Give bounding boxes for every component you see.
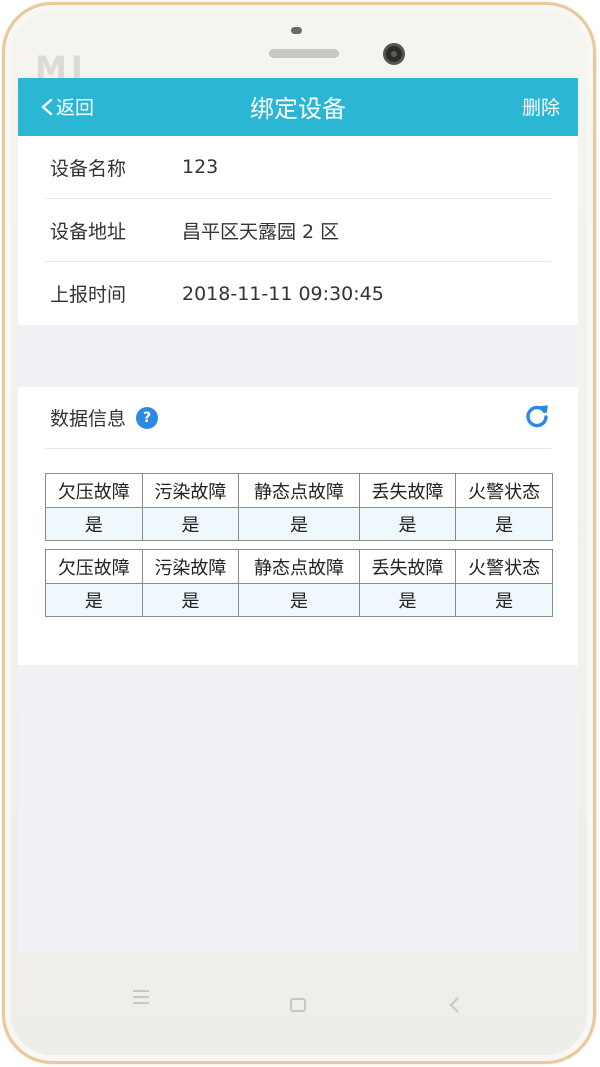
table-header-cell: 欠压故障	[45, 549, 143, 584]
table-cell: 是	[238, 583, 360, 617]
front-camera	[383, 43, 405, 65]
help-icon[interactable]: ?	[136, 406, 159, 429]
table-header-cell: 静态点故障	[238, 549, 360, 584]
fault-status-table: 欠压故障 污染故障 静态点故障 丢失故障 火警状态 是 是 是 是 是	[45, 473, 553, 541]
table-header-cell: 污染故障	[141, 473, 240, 508]
top-bar: 返回 绑定设备 删除	[18, 78, 578, 136]
table-header-cell: 火警状态	[455, 473, 553, 508]
table-header-row: 欠压故障 污染故障 静态点故障 丢失故障 火警状态	[45, 549, 553, 584]
table-cell: 是	[45, 507, 143, 541]
data-info-header: 数据信息 ?	[45, 387, 551, 449]
table-header-cell: 欠压故障	[45, 473, 143, 508]
data-info-title-group: 数据信息 ?	[45, 404, 159, 431]
info-label: 设备地址	[50, 220, 127, 243]
table-row: 是 是 是 是 是	[45, 583, 553, 617]
table-cell: 是	[358, 507, 457, 541]
table-cell: 是	[45, 583, 143, 617]
info-label: 上报时间	[50, 284, 127, 306]
info-value: 2018-11-11 09:30:45	[182, 282, 384, 305]
device-info-list: 设备名称 123 设备地址 昌平区天露园 2 区 上报时间 2018-11-11…	[18, 136, 578, 325]
proximity-sensor	[291, 27, 302, 34]
menu-key[interactable]	[133, 990, 149, 1008]
info-row-address: 设备地址 昌平区天露园 2 区	[45, 199, 551, 262]
table-cell: 是	[141, 583, 240, 617]
delete-button[interactable]: 删除	[522, 93, 560, 120]
table-header-cell: 丢失故障	[358, 549, 457, 584]
fault-status-table: 欠压故障 污染故障 静态点故障 丢失故障 火警状态 是 是 是 是 是	[45, 549, 553, 617]
info-value: 昌平区天露园 2 区	[182, 220, 340, 243]
app-screen: 返回 绑定设备 删除 设备名称 123 设备地址 昌平区天露园 2 区 上报时间…	[18, 78, 578, 952]
table-header-cell: 丢失故障	[358, 473, 457, 508]
info-value: 123	[182, 156, 219, 178]
info-label: 设备名称	[50, 157, 127, 180]
chevron-left-icon	[449, 997, 459, 1013]
back-key[interactable]	[448, 996, 460, 1018]
table-cell: 是	[358, 583, 457, 617]
data-info-title: 数据信息	[50, 408, 127, 430]
table-header-row: 欠压故障 污染故障 静态点故障 丢失故障 火警状态	[45, 473, 553, 508]
earpiece-speaker	[269, 49, 339, 58]
table-header-cell: 火警状态	[455, 549, 553, 584]
table-header-cell: 污染故障	[141, 549, 240, 584]
info-row-name: 设备名称 123	[45, 136, 551, 199]
data-info-card: 数据信息 ? 欠压故障 污染故障 静态点故障 丢失故障 火警状态 是 是 是 是…	[18, 387, 578, 665]
menu-line	[133, 996, 149, 998]
table-cell: 是	[455, 507, 553, 541]
info-row-report-time: 上报时间 2018-11-11 09:30:45	[45, 262, 551, 325]
section-spacer	[18, 325, 578, 387]
table-cell: 是	[141, 507, 240, 541]
page-title: 绑定设备	[250, 95, 346, 123]
table-cell: 是	[238, 507, 360, 541]
refresh-icon[interactable]	[523, 402, 551, 434]
menu-line	[133, 1002, 149, 1004]
home-key[interactable]	[290, 998, 306, 1012]
menu-line	[133, 990, 149, 992]
table-cell: 是	[455, 583, 553, 617]
table-header-cell: 静态点故障	[238, 473, 360, 508]
table-row: 是 是 是 是 是	[45, 507, 553, 541]
